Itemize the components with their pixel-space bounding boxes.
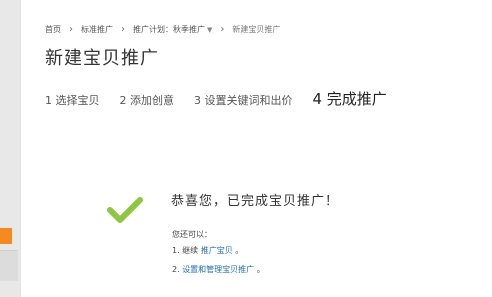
next-action-1-suffix: 。 — [235, 246, 244, 255]
caret-down-icon[interactable]: ▼ — [207, 26, 212, 34]
success-message: 恭喜您，已完成宝贝推广！ — [171, 194, 340, 209]
continue-promote-link[interactable]: 推广宝贝 — [201, 246, 233, 255]
step-progress: 1 选择宝贝 2 添加创意 3 设置关键词和出价 4 完成推广 — [45, 88, 387, 109]
step-complete: 4 完成推广 — [312, 90, 387, 108]
left-sidebar-edge — [0, 0, 20, 297]
breadcrumb: 首页 › 标准推广 › 推广计划：秋季推广 ▼ › 新建宝贝推广 — [45, 24, 280, 35]
next-action-2-prefix: 2. — [172, 265, 183, 274]
chevron-right-icon: › — [121, 23, 125, 35]
next-action-2: 2. 设置和管理宝贝推广 。 — [172, 264, 265, 275]
step-select-item: 1 选择宝贝 — [45, 94, 100, 107]
breadcrumb-standard-promotion[interactable]: 标准推广 — [81, 24, 113, 35]
page-title: 新建宝贝推广 — [45, 48, 159, 69]
step-keywords-bids: 3 设置关键词和出价 — [194, 94, 293, 107]
chevron-right-icon: › — [69, 23, 73, 35]
side-panel — [0, 250, 18, 281]
breadcrumb-current: 新建宝贝推广 — [232, 25, 281, 34]
next-action-1-prefix: 1. 继续 — [172, 246, 199, 255]
main-content: 首页 › 标准推广 › 推广计划：秋季推广 ▼ › 新建宝贝推广 新建宝贝推广 … — [20, 0, 492, 297]
chevron-right-icon: › — [220, 23, 225, 35]
next-actions-label: 您还可以： — [172, 230, 212, 239]
breadcrumb-home[interactable]: 首页 — [45, 24, 61, 35]
manage-promotion-link[interactable]: 设置和管理宝贝推广 — [182, 265, 254, 274]
feedback-tab[interactable] — [0, 228, 12, 244]
step-add-creative: 2 添加创意 — [119, 94, 175, 107]
checkmark-icon — [107, 197, 143, 223]
next-action-1: 1. 继续 推广宝贝 。 — [172, 245, 243, 256]
breadcrumb-plan[interactable]: 推广计划：秋季推广 — [133, 24, 205, 35]
next-action-2-suffix: 。 — [256, 265, 265, 274]
